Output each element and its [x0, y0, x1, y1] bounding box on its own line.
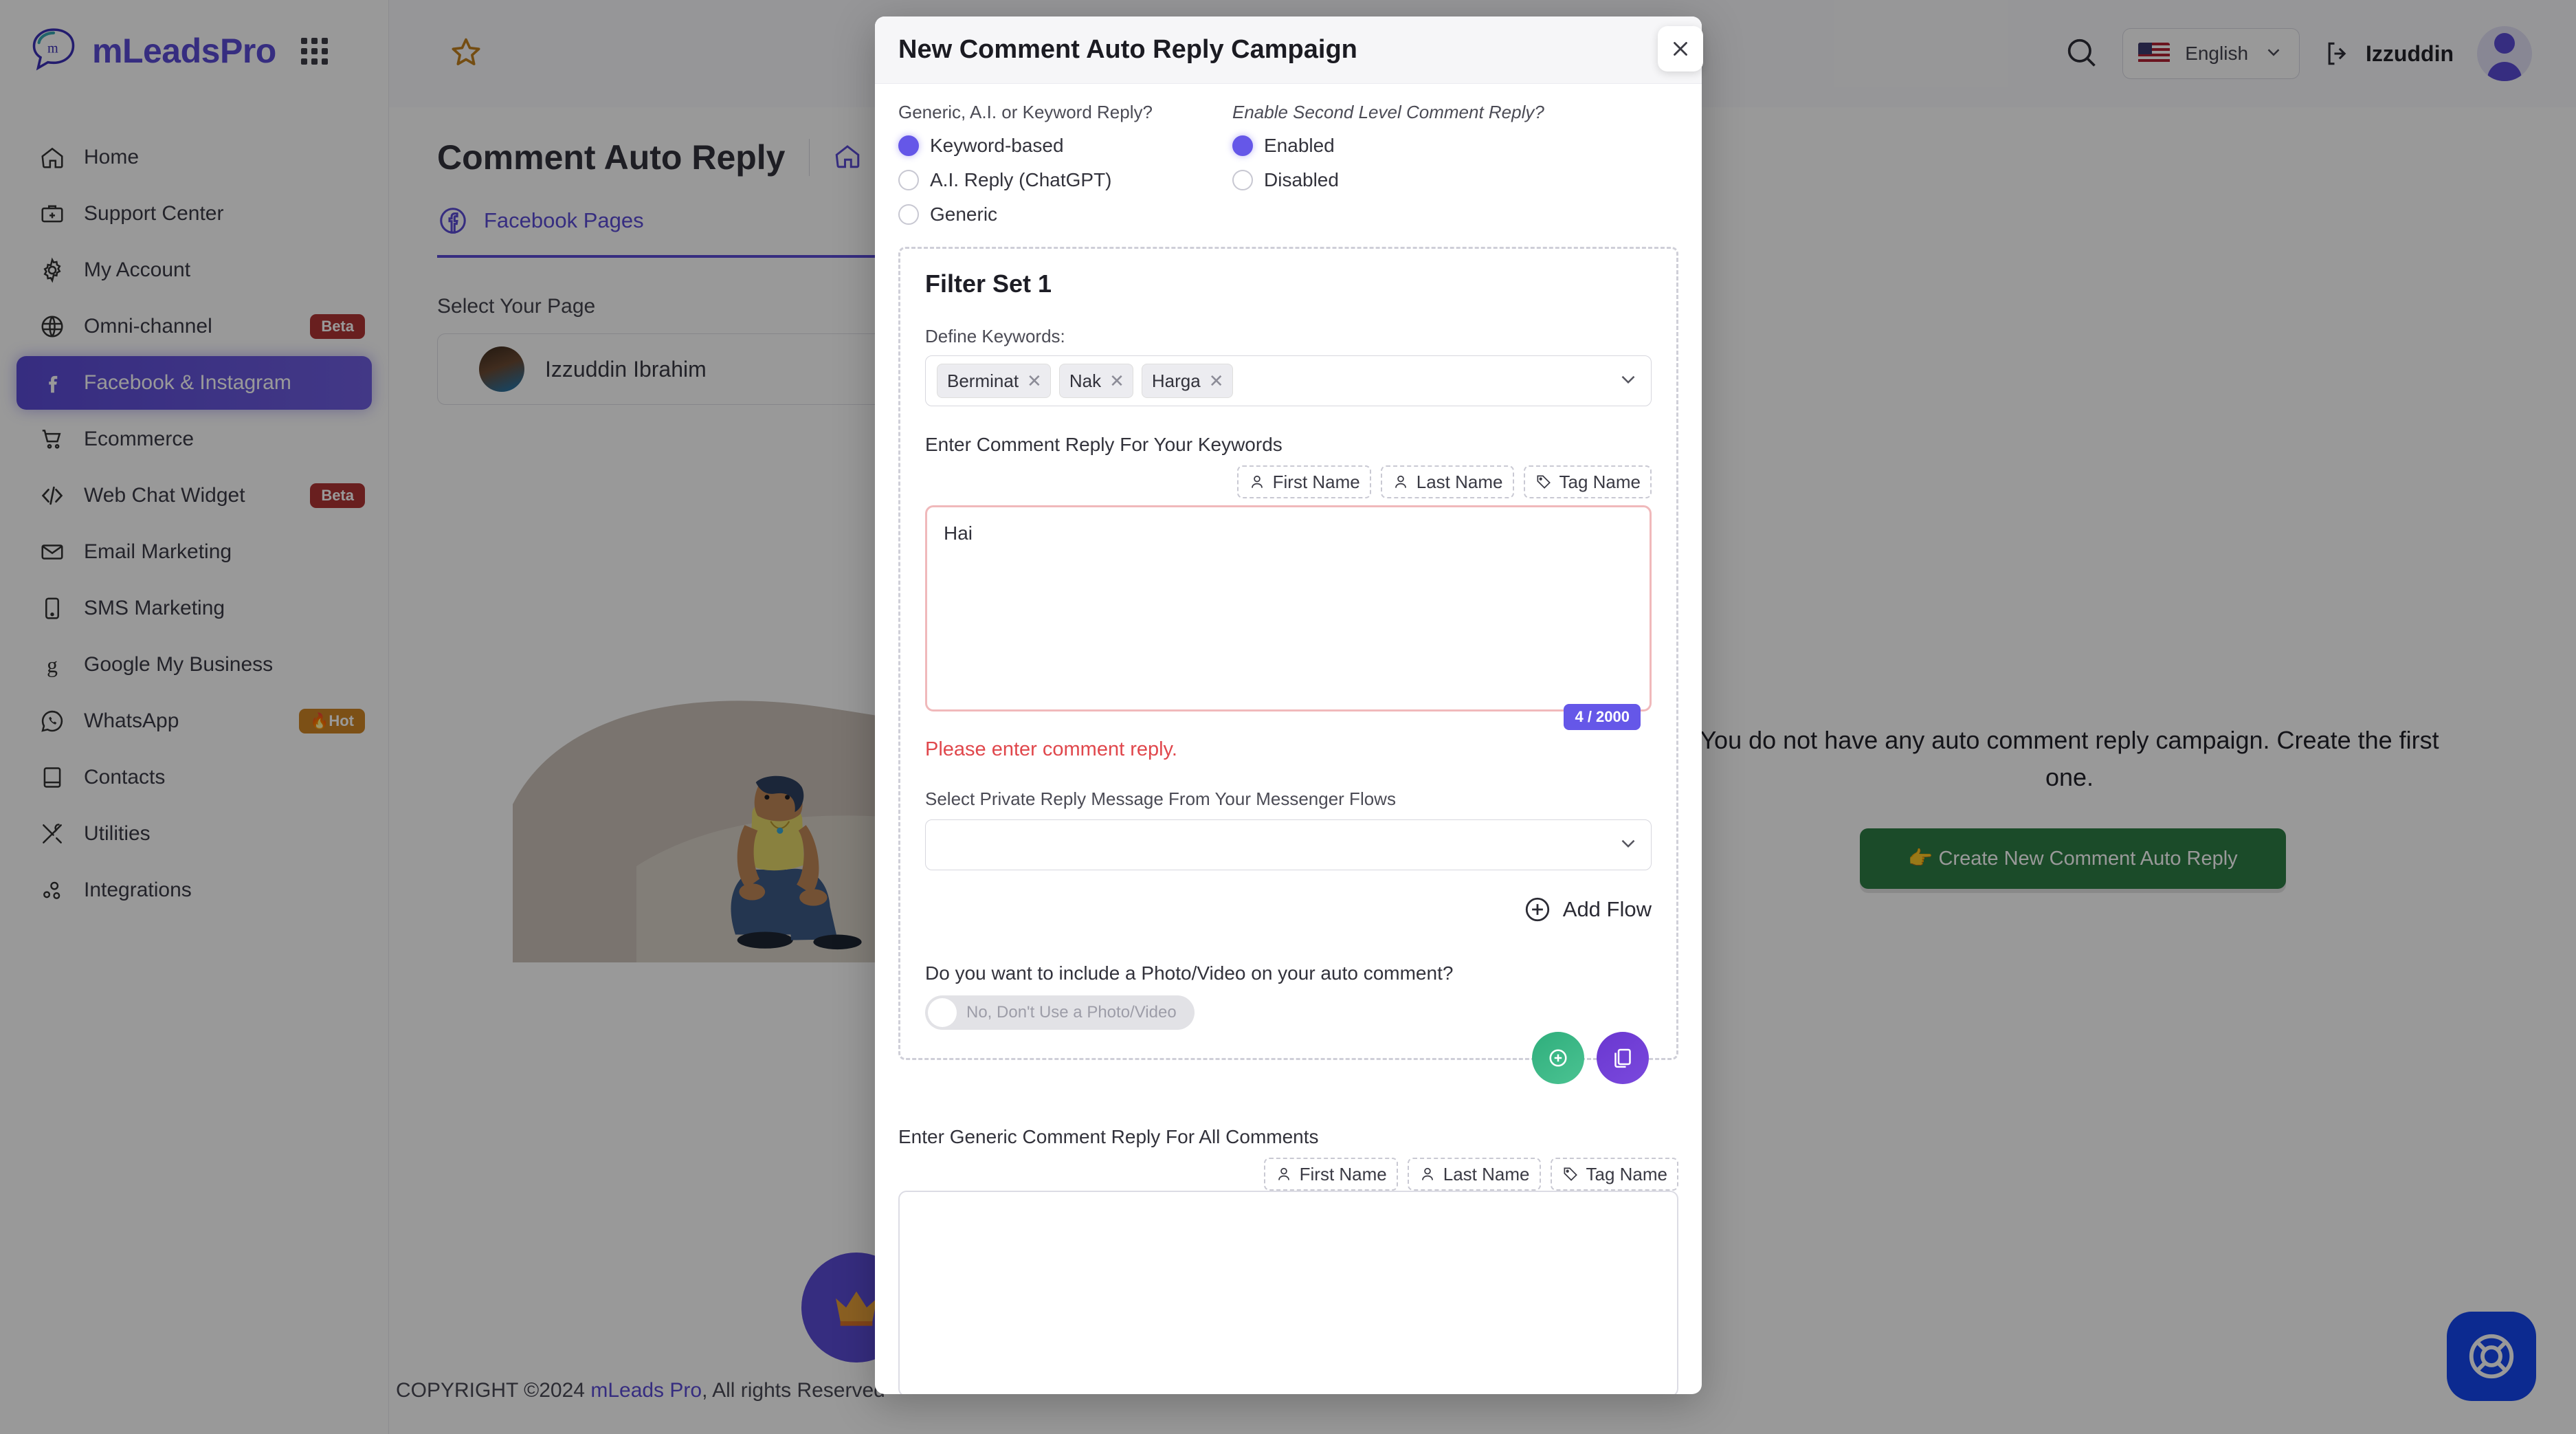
photo-video-question: Do you want to include a Photo/Video on …	[925, 962, 1454, 984]
radio-keyword-based[interactable]: Keyword-based	[898, 129, 1232, 163]
add-flow-button[interactable]: Add Flow	[925, 895, 1652, 924]
close-icon[interactable]: ✕	[1027, 372, 1042, 390]
private-reply-flow-dropdown[interactable]	[925, 819, 1652, 870]
second-level-label: Enable Second Level Comment Reply?	[1232, 102, 1544, 122]
duplicate-filter-set-icon[interactable]	[1597, 1032, 1649, 1084]
generic-reply-textarea[interactable]	[898, 1191, 1678, 1394]
comment-reply-error: Please enter comment reply.	[925, 738, 1177, 760]
plus-circle-icon	[1525, 897, 1549, 922]
person-icon	[1278, 1167, 1289, 1180]
tag-icon	[1536, 475, 1551, 489]
person-icon	[1395, 475, 1406, 488]
define-keywords-label: Define Keywords:	[925, 326, 1065, 346]
keyword-chip[interactable]: Nak ✕	[1058, 364, 1133, 398]
token-last-name[interactable]: Last Name	[1407, 1158, 1541, 1191]
keyword-chip-label: Berminat	[947, 370, 1019, 391]
token-tag-name[interactable]: Tag Name	[1523, 465, 1652, 498]
tag-icon	[1563, 1167, 1577, 1181]
radio-indicator	[1232, 170, 1253, 190]
token-label: Tag Name	[1586, 1163, 1668, 1184]
radio-indicator	[1232, 135, 1253, 156]
close-icon[interactable]	[1658, 26, 1703, 71]
private-reply-flow-label: Select Private Reply Message From Your M…	[925, 788, 1396, 809]
keywords-multiselect[interactable]: Berminat ✕ Nak ✕ Harga ✕	[925, 355, 1652, 406]
modal-body: Generic, A.I. or Keyword Reply? Keyword-…	[875, 84, 1702, 1394]
generic-reply-label: Enter Generic Comment Reply For All Comm…	[898, 1126, 1319, 1147]
token-label: Tag Name	[1559, 471, 1641, 492]
toggle-knob	[928, 998, 957, 1027]
new-comment-auto-reply-modal: New Comment Auto Reply Campaign Generic,…	[875, 16, 1702, 1394]
chevron-down-icon[interactable]	[1617, 368, 1640, 395]
close-icon[interactable]: ✕	[1109, 372, 1124, 390]
close-icon[interactable]: ✕	[1209, 372, 1224, 390]
token-first-name[interactable]: First Name	[1236, 465, 1371, 498]
keyword-chip[interactable]: Berminat ✕	[937, 364, 1051, 398]
modal-header: New Comment Auto Reply Campaign	[875, 16, 1702, 84]
second-level-group: Enable Second Level Comment Reply? Enabl…	[1232, 102, 1544, 232]
comment-reply-label: Enter Comment Reply For Your Keywords	[925, 434, 1283, 455]
token-label: First Name	[1272, 471, 1360, 492]
comment-reply-textarea[interactable]	[925, 505, 1652, 712]
token-tag-name[interactable]: Tag Name	[1550, 1158, 1678, 1191]
keyword-chip-label: Harga	[1151, 370, 1201, 391]
toggle-label: No, Don't Use a Photo/Video	[966, 1003, 1177, 1022]
radio-ai-reply[interactable]: A.I. Reply (ChatGPT)	[898, 163, 1232, 197]
radio-second-level-disabled[interactable]: Disabled	[1232, 163, 1544, 197]
add-filter-set-icon[interactable]	[1532, 1032, 1584, 1084]
token-label: Last Name	[1443, 1163, 1530, 1184]
person-icon	[1421, 1167, 1433, 1180]
radio-label: Enabled	[1264, 135, 1335, 156]
add-flow-label: Add Flow	[1562, 897, 1652, 921]
generic-merge-token-row: First Name Last Name Tag Name	[898, 1158, 1678, 1191]
app-root: m mLeadsPro Home Support Center My Accou…	[0, 0, 2576, 1434]
radio-indicator	[898, 204, 919, 225]
radio-indicator	[898, 135, 919, 156]
reply-mode-label: Generic, A.I. or Keyword Reply?	[898, 102, 1153, 122]
person-icon	[1251, 475, 1263, 488]
filter-set-actions	[1532, 1032, 1649, 1084]
reply-mode-group: Generic, A.I. or Keyword Reply? Keyword-…	[898, 102, 1232, 232]
token-last-name[interactable]: Last Name	[1380, 465, 1514, 498]
token-label: First Name	[1299, 1163, 1387, 1184]
token-first-name[interactable]: First Name	[1263, 1158, 1398, 1191]
keyword-chip[interactable]: Harga ✕	[1141, 364, 1233, 398]
merge-token-row: First Name Last Name Tag Name	[925, 465, 1652, 498]
radio-generic[interactable]: Generic	[898, 197, 1232, 232]
filter-set-title: Filter Set 1	[925, 269, 1052, 298]
radio-label: A.I. Reply (ChatGPT)	[930, 169, 1112, 190]
radio-label: Keyword-based	[930, 135, 1064, 156]
filter-set-1: Filter Set 1 Define Keywords: Berminat ✕…	[898, 247, 1678, 1084]
radio-indicator	[898, 170, 919, 190]
comment-reply-wrap: 4 / 2000	[925, 505, 1652, 730]
radio-label: Generic	[930, 203, 998, 225]
chevron-down-icon	[1617, 832, 1640, 859]
token-label: Last Name	[1416, 471, 1503, 492]
photo-video-toggle[interactable]: No, Don't Use a Photo/Video	[925, 995, 1195, 1030]
keyword-chip-label: Nak	[1069, 370, 1102, 391]
radio-label: Disabled	[1264, 169, 1339, 190]
character-counter: 4 / 2000	[1564, 704, 1641, 730]
reply-settings-row: Generic, A.I. or Keyword Reply? Keyword-…	[898, 102, 1678, 232]
modal-title: New Comment Auto Reply Campaign	[898, 35, 1357, 64]
radio-second-level-enabled[interactable]: Enabled	[1232, 129, 1544, 163]
